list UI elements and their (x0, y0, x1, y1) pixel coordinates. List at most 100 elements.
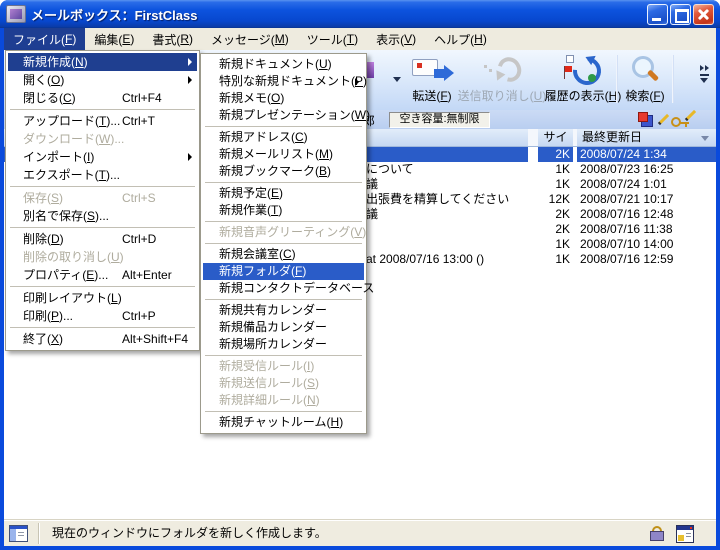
new-submenu-separator (205, 243, 362, 244)
new-submenu-separator (205, 355, 362, 356)
statusbar-separator (38, 523, 39, 544)
file-menu: 新規作成(N)開く(O)閉じる(C)Ctrl+F4 アップロード(T)...Ctr… (5, 50, 200, 351)
row-date: 2008/07/16 12:59 (577, 252, 716, 267)
flags-icon[interactable] (638, 112, 653, 127)
row-date: 2008/07/16 11:38 (577, 222, 716, 237)
window-title: メールボックス：FirstClass (31, 5, 645, 24)
menubar-item-view[interactable]: 表示(V) (367, 28, 425, 50)
minimize-button[interactable] (647, 4, 668, 25)
new-submenu-separator (205, 411, 362, 412)
toolbar-button-search[interactable]: 検索(F) (620, 53, 670, 104)
row-size: 2K (538, 222, 573, 237)
submenu-arrow-icon (188, 58, 192, 66)
new-submenu-item-new-shared-calendar[interactable]: 新規共有カレンダー (203, 302, 364, 319)
menubar: ファイル(F)編集(E)書式(R)メッセージ(M)ツール(T)表示(V)ヘルプ(… (4, 28, 716, 51)
maximize-button[interactable] (670, 4, 691, 25)
submenu-arrow-icon (188, 76, 192, 84)
file-menu-item-open[interactable]: 開く(O) (8, 71, 197, 89)
new-submenu-item-new-advanced-rule: 新規詳細ルール(N) (203, 392, 364, 409)
new-submenu-item-new-contact-database[interactable]: 新規コンタクトデータベース (203, 280, 364, 297)
new-submenu-item-new-document[interactable]: 新規ドキュメント(U) (203, 56, 364, 73)
column-divider[interactable] (528, 129, 538, 146)
pencil-icon[interactable] (657, 113, 670, 126)
toolbar-button-forward[interactable]: 転送(F) (402, 53, 462, 104)
file-menu-item-upload[interactable]: アップロード(T)...Ctrl+T (8, 112, 197, 130)
sort-arrow-icon[interactable] (701, 136, 709, 141)
toolbar-dropdown-caret-icon[interactable] (393, 77, 401, 82)
new-submenu-item-new-mail-list[interactable]: 新規メールリスト(M) (203, 146, 364, 163)
toolbar-button-history[interactable]: 履歴の表示(H) (544, 53, 622, 104)
file-menu-item-delete[interactable]: 削除(D)Ctrl+D (8, 230, 197, 248)
new-submenu-item-new-location-calendar[interactable]: 新規場所カレンダー (203, 336, 364, 353)
row-size: 1K (538, 237, 573, 252)
file-menu-item-import[interactable]: インポート(I) (8, 148, 197, 166)
menubar-item-help[interactable]: ヘルプ(H) (425, 28, 496, 50)
menubar-item-edit[interactable]: 編集(E) (85, 28, 143, 50)
new-submenu-item-new-resource-calendar[interactable]: 新規備品カレンダー (203, 319, 364, 336)
new-submenu-item-new-bookmark[interactable]: 新規ブックマーク(B) (203, 163, 364, 180)
menubar-item-format[interactable]: 書式(R) (143, 28, 202, 50)
new-submenu-item-new-event[interactable]: 新規予定(E) (203, 185, 364, 202)
window: メールボックス：FirstClass ファイル(F)編集(E)書式(R)メッセー… (0, 0, 720, 550)
row-size: 2K (538, 147, 573, 162)
quota-box: 空き容量:無制限 (389, 112, 490, 128)
new-submenu-separator (205, 126, 362, 127)
new-submenu-item-new-memo[interactable]: 新規メモ(O) (203, 90, 364, 107)
menubar-item-message[interactable]: メッセージ(M) (202, 28, 298, 50)
new-submenu-separator (205, 299, 362, 300)
file-menu-item-export[interactable]: エクスポート(T)... (8, 166, 197, 184)
new-submenu-item-new-presentation[interactable]: 新規プレゼンテーション(W) (203, 107, 364, 124)
file-menu-item-properties[interactable]: プロパティ(E)...Alt+Enter (8, 266, 197, 284)
new-submenu-item-new-task[interactable]: 新規作業(T) (203, 202, 364, 219)
file-menu-item-close[interactable]: 閉じる(C)Ctrl+F4 (8, 89, 197, 107)
row-size: 1K (538, 162, 573, 177)
file-menu-item-undelete: 削除の取り消し(U) (8, 248, 197, 266)
file-menu-item-save-as[interactable]: 別名で保存(S)... (8, 207, 197, 225)
undo-send-icon (478, 53, 526, 86)
new-submenu-item-new-chat-room[interactable]: 新規チャットルーム(H) (203, 414, 364, 431)
file-menu-item-exit[interactable]: 終了(X)Alt+Shift+F4 (8, 330, 197, 348)
row-date: 2008/07/23 16:25 (577, 162, 716, 177)
row-size: 12K (538, 192, 573, 207)
new-submenu-item-new-address[interactable]: 新規アドレス(C) (203, 129, 364, 146)
column-header-size[interactable]: サイズ (538, 129, 573, 146)
file-menu-separator (10, 327, 195, 328)
new-submenu-item-new-folder[interactable]: 新規フォルダ(F) (203, 263, 364, 280)
file-menu-item-download: ダウンロード(W)... (8, 130, 197, 148)
new-submenu-item-new-voice-greeting: 新規音声グリーティング(V) (203, 224, 364, 241)
row-date: 2008/07/16 12:48 (577, 207, 716, 222)
key-pencil-icon[interactable] (671, 112, 698, 128)
row-date: 2008/07/24 1:01 (577, 177, 716, 192)
titlebar[interactable]: メールボックス：FirstClass (0, 0, 720, 28)
layout-toggle-icon[interactable] (676, 525, 694, 543)
toolbar-separator (616, 55, 618, 103)
column-header-date[interactable]: 最終更新日 (577, 129, 716, 146)
file-menu-item-new[interactable]: 新規作成(N) (8, 53, 197, 71)
file-menu-item-print[interactable]: 印刷(P)...Ctrl+P (8, 307, 197, 325)
file-menu-separator (10, 286, 195, 287)
row-size: 2K (538, 207, 573, 222)
close-button[interactable] (693, 4, 714, 25)
submenu-arrow-icon (188, 153, 192, 161)
menubar-item-tools[interactable]: ツール(T) (298, 28, 367, 50)
forward-icon (408, 53, 456, 86)
toolbar-overflow-button[interactable] (698, 65, 714, 87)
menubar-item-file[interactable]: ファイル(F) (4, 28, 85, 50)
file-menu-item-print-layout[interactable]: 印刷レイアウト(L) (8, 289, 197, 307)
new-submenu-item-new-receive-rule: 新規受信ルール(I) (203, 358, 364, 375)
history-icon (559, 53, 607, 86)
status-message: 現在のウィンドウにフォルダを新しく作成します。 (52, 520, 327, 546)
file-menu-separator (10, 109, 195, 110)
row-size: 1K (538, 252, 573, 267)
new-submenu-item-new-conference[interactable]: 新規会議室(C) (203, 246, 364, 263)
new-submenu: 新規ドキュメント(U)特別な新規ドキュメント(P)新規メモ(O)新規プレゼンテー… (200, 53, 367, 434)
new-submenu-item-special-new-document[interactable]: 特別な新規ドキュメント(P) (203, 73, 364, 90)
new-submenu-separator (205, 182, 362, 183)
row-date: 2008/07/10 14:00 (577, 237, 716, 252)
row-date: 2008/07/24 1:34 (577, 147, 716, 162)
app-icon (6, 5, 26, 23)
statusbar: 現在のウィンドウにフォルダを新しく作成します。 (4, 519, 716, 546)
file-menu-separator (10, 227, 195, 228)
file-menu-separator (10, 186, 195, 187)
file-menu-item-save: 保存(S)Ctrl+S (8, 189, 197, 207)
